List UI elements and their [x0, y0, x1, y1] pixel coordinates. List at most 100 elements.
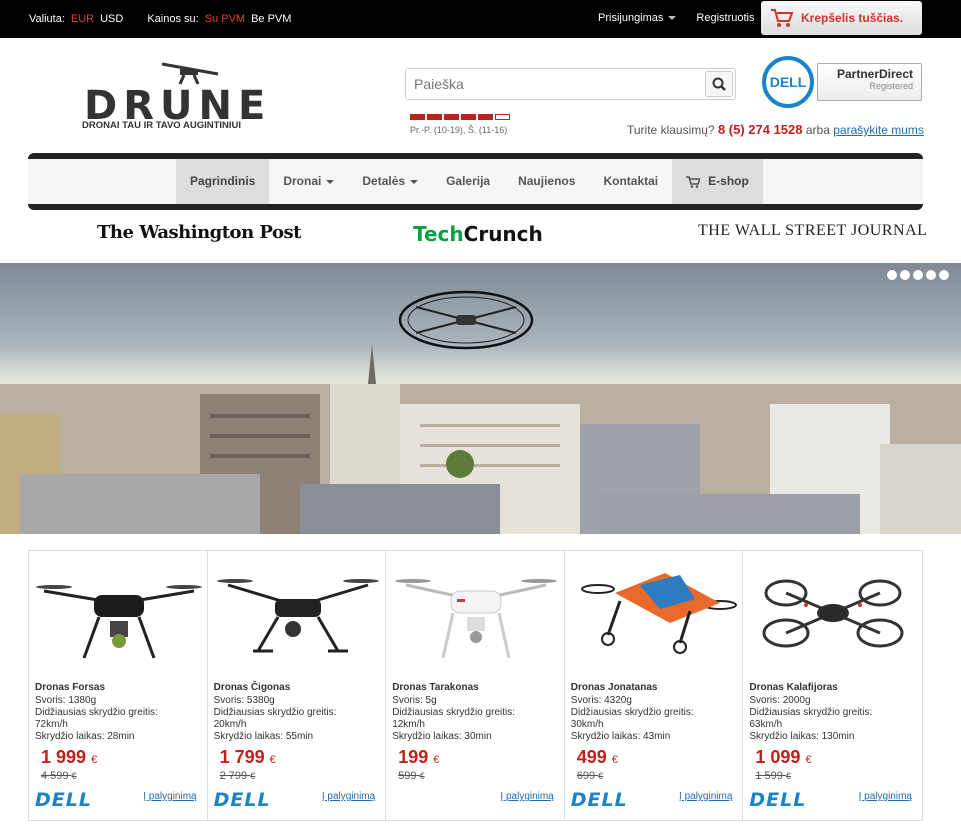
- product-name[interactable]: Dronas Tarakonas: [392, 682, 479, 693]
- product-card[interactable]: Dronas Tarakonas Svoris: 5g Didžiausias …: [386, 551, 565, 820]
- product-flight-time: Skrydžio laikas: 28min: [35, 731, 135, 742]
- contact-question: Turite klausimų?: [627, 123, 715, 137]
- currency-usd-link[interactable]: USD: [100, 13, 123, 25]
- product-flight-time: Skrydžio laikas: 43min: [570, 731, 671, 742]
- top-bar: Valiuta: EUR USD Kainos su: Su PVM Be PV…: [0, 0, 961, 38]
- cart-button[interactable]: Krepšelis tuščias.: [761, 1, 922, 35]
- price-currency: €: [805, 754, 812, 766]
- product-card[interactable]: Dronas Čigonas Svoris: 5380g Didžiausias…: [208, 551, 387, 820]
- dell-logo: DELL: [762, 56, 814, 108]
- hero-slider[interactable]: [0, 263, 961, 534]
- price-currency: €: [269, 754, 276, 766]
- slider-dots: [887, 270, 949, 280]
- product-speed-label: Didžiausias skrydžio greitis:: [392, 707, 516, 718]
- hours-segment: [410, 114, 425, 120]
- nav-item-dronai[interactable]: Dronai: [269, 159, 348, 204]
- dell-logo: DELL: [749, 789, 807, 811]
- product-price: 499 €: [577, 747, 618, 768]
- login-dropdown[interactable]: Prisijungimas: [598, 12, 677, 24]
- product-flight-time: Skrydžio laikas: 130min: [749, 731, 855, 742]
- slider-dot[interactable]: [887, 270, 897, 280]
- cart-label: Krepšelis tuščias.: [801, 11, 904, 25]
- slider-dot[interactable]: [913, 270, 923, 280]
- product-old-price: 4 599 €: [41, 770, 77, 782]
- product-card[interactable]: Dronas Kalafijoras Svoris: 2000g Didžiau…: [743, 551, 922, 820]
- cart-icon: [771, 9, 794, 27]
- nav-item-detales[interactable]: Detalės: [348, 159, 432, 204]
- product-speed-label: Didžiausias skrydžio greitis:: [749, 707, 873, 718]
- search-button[interactable]: [705, 71, 733, 97]
- compare-link[interactable]: Į palyginimą: [322, 791, 375, 802]
- contact-line: Turite klausimų? 8 (5) 274 1528 arba par…: [627, 122, 924, 137]
- dell-logo: DELL: [570, 789, 628, 811]
- search-icon: [712, 77, 726, 91]
- compare-link[interactable]: Į palyginimą: [679, 791, 732, 802]
- hours-segment: [461, 114, 476, 120]
- product-old-price: 2 799 €: [220, 770, 256, 782]
- register-link[interactable]: Registruotis: [696, 12, 754, 24]
- nav-label: Detalės: [362, 174, 406, 188]
- product-card[interactable]: Dronas Forsas Svoris: 1380g Didžiausias …: [29, 551, 208, 820]
- price-value: 199: [398, 747, 429, 767]
- opening-hours-text: Pr.-P. (10-19), Š. (11-16): [410, 125, 508, 135]
- currency-eur-link[interactable]: EUR: [71, 13, 94, 25]
- login-label: Prisijungimas: [598, 12, 664, 24]
- price-value: 1 799: [219, 747, 265, 767]
- old-price-currency: €: [785, 771, 791, 781]
- nav-item-pagrindinis[interactable]: Pagrindinis: [176, 159, 270, 204]
- compare-link[interactable]: Į palyginimą: [859, 791, 912, 802]
- price-currency: €: [611, 754, 618, 766]
- compare-link[interactable]: Į palyginimą: [500, 791, 553, 802]
- old-price-value: 4 599: [41, 770, 69, 782]
- contact-or: arba: [805, 123, 830, 137]
- product-flight-time: Skrydžio laikas: 30min: [392, 731, 492, 742]
- product-weight: Svoris: 2000g: [749, 695, 811, 706]
- product-flight-time: Skrydžio laikas: 55min: [213, 731, 314, 742]
- product-image: [36, 585, 202, 659]
- product-speed-label: Didžiausias skrydžio greitis:: [35, 707, 158, 718]
- price-with-vat-link[interactable]: Su PVM: [205, 13, 245, 25]
- product-list: Dronas Forsas Svoris: 1380g Didžiausias …: [28, 550, 923, 821]
- techcrunch-part2: Crunch: [463, 222, 543, 246]
- slider-dot[interactable]: [939, 270, 949, 280]
- opening-hours-indicator: [410, 114, 510, 120]
- price-value: 499: [576, 747, 607, 767]
- product-name[interactable]: Dronas Forsas: [35, 682, 105, 693]
- product-name[interactable]: Dronas Čigonas: [214, 682, 291, 693]
- nav-item-naujienos[interactable]: Naujienos: [504, 159, 589, 204]
- product-name[interactable]: Dronas Kalafijoras: [749, 682, 837, 693]
- old-price-currency: €: [250, 771, 256, 781]
- search-input[interactable]: [406, 69, 696, 99]
- price-without-vat-link[interactable]: Be PVM: [251, 13, 291, 25]
- price-value: 1 099: [755, 747, 801, 767]
- contact-phone[interactable]: 8 (5) 274 1528: [718, 122, 803, 137]
- nav-item-kontaktai[interactable]: Kontaktai: [589, 159, 672, 204]
- product-speed: 12km/h: [392, 719, 425, 730]
- write-us-link[interactable]: parašykite mums: [833, 123, 924, 137]
- site-logo[interactable]: DRUNE DRONAI TAU IR TAVO AUGINTINIUI: [82, 60, 282, 132]
- press-logo-washington-post: The Washington Post: [97, 222, 301, 243]
- product-name[interactable]: Dronas Jonatanas: [571, 682, 658, 693]
- product-old-price: 699 €: [577, 770, 603, 782]
- hours-segment: [478, 114, 493, 120]
- nav-item-eshop[interactable]: E-shop: [672, 159, 763, 204]
- product-price: 1 799 €: [220, 747, 276, 768]
- product-price: 1 999 €: [41, 747, 97, 768]
- product-card[interactable]: Dronas Jonatanas Svoris: 4320g Didžiausi…: [565, 551, 744, 820]
- product-image: [580, 573, 737, 654]
- old-price-value: 699: [576, 770, 596, 782]
- hours-segment: [495, 114, 510, 120]
- partner-line1: PartnerDirect: [836, 67, 913, 81]
- nav-item-galerija[interactable]: Galerija: [432, 159, 504, 204]
- slider-dot[interactable]: [926, 270, 936, 280]
- old-price-currency: €: [71, 771, 77, 781]
- techcrunch-part1: Tech: [413, 222, 464, 246]
- nav-label: Pagrindinis: [190, 174, 256, 188]
- old-price-currency: €: [598, 771, 604, 781]
- product-old-price: 1 599 €: [755, 770, 791, 782]
- slider-dot[interactable]: [900, 270, 910, 280]
- product-speed: 63km/h: [749, 719, 783, 730]
- currency-label: Valiuta:: [29, 13, 65, 25]
- old-price-value: 1 599: [755, 770, 783, 782]
- compare-link[interactable]: Į palyginimą: [143, 791, 196, 802]
